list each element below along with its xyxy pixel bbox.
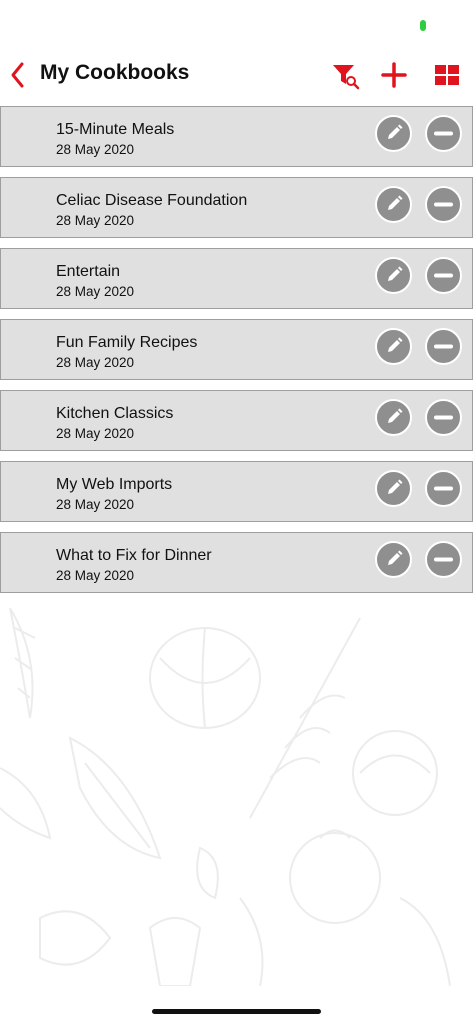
minus-icon [434,202,453,207]
navigation-bar: My Cookbooks [0,50,473,106]
delete-button[interactable] [425,399,462,436]
edit-button[interactable] [375,399,412,436]
grid-view-button[interactable] [432,60,462,90]
cookbook-date: 28 May 2020 [56,426,135,441]
cookbook-name: Celiac Disease Foundation [56,192,248,209]
delete-button[interactable] [425,328,462,365]
battery-indicator [420,20,426,31]
page-title: My Cookbooks [40,61,190,84]
delete-button[interactable] [425,186,462,223]
cookbook-date: 28 May 2020 [56,142,135,157]
grid-view-icon [435,65,459,85]
cookbook-date: 28 May 2020 [56,497,135,512]
add-cookbook-button[interactable] [379,60,409,90]
edit-button[interactable] [375,257,412,294]
cookbook-row[interactable]: Entertain 28 May 2020 [0,248,473,309]
cookbook-row[interactable]: My Web Imports 28 May 2020 [0,461,473,522]
pencil-icon [388,550,403,565]
cookbook-name: Kitchen Classics [56,405,174,422]
cookbook-name: Entertain [56,263,121,280]
pencil-icon [388,266,403,281]
pencil-icon [388,337,403,352]
minus-icon [434,273,453,278]
cookbook-date: 28 May 2020 [56,568,135,583]
delete-button[interactable] [425,257,462,294]
pencil-icon [388,479,403,494]
edit-button[interactable] [375,541,412,578]
status-bar [0,0,473,50]
minus-icon [434,557,453,562]
cookbook-row[interactable]: Celiac Disease Foundation 28 May 2020 [0,177,473,238]
cookbook-name: 15-Minute Meals [56,121,175,138]
cookbook-name: My Web Imports [56,476,173,493]
edit-button[interactable] [375,328,412,365]
cookbook-row[interactable]: Kitchen Classics 28 May 2020 [0,390,473,451]
edit-button[interactable] [375,470,412,507]
plus-icon [381,62,407,88]
vegetable-sketch-background [0,598,473,987]
cookbook-date: 28 May 2020 [56,284,135,299]
cookbook-date: 28 May 2020 [56,213,135,228]
delete-button[interactable] [425,470,462,507]
home-indicator[interactable] [152,1009,321,1014]
cookbook-row[interactable]: What to Fix for Dinner 28 May 2020 [0,532,473,593]
delete-button[interactable] [425,115,462,152]
delete-button[interactable] [425,541,462,578]
cookbook-list: 15-Minute Meals 28 May 2020 Celiac Disea… [0,106,473,603]
minus-icon [434,131,453,136]
minus-icon [434,486,453,491]
filter-button[interactable] [330,60,360,90]
cookbook-row[interactable]: Fun Family Recipes 28 May 2020 [0,319,473,380]
back-button[interactable] [6,58,32,92]
pencil-icon [388,408,403,423]
edit-button[interactable] [375,115,412,152]
pencil-icon [388,124,403,139]
cookbook-row[interactable]: 15-Minute Meals 28 May 2020 [0,106,473,167]
chevron-left-icon [11,62,24,88]
filter-search-icon [333,65,360,90]
pencil-icon [388,195,403,210]
cookbook-name: Fun Family Recipes [56,334,198,351]
cookbook-date: 28 May 2020 [56,355,135,370]
minus-icon [434,415,453,420]
cookbook-name: What to Fix for Dinner [56,547,212,564]
minus-icon [434,344,453,349]
edit-button[interactable] [375,186,412,223]
